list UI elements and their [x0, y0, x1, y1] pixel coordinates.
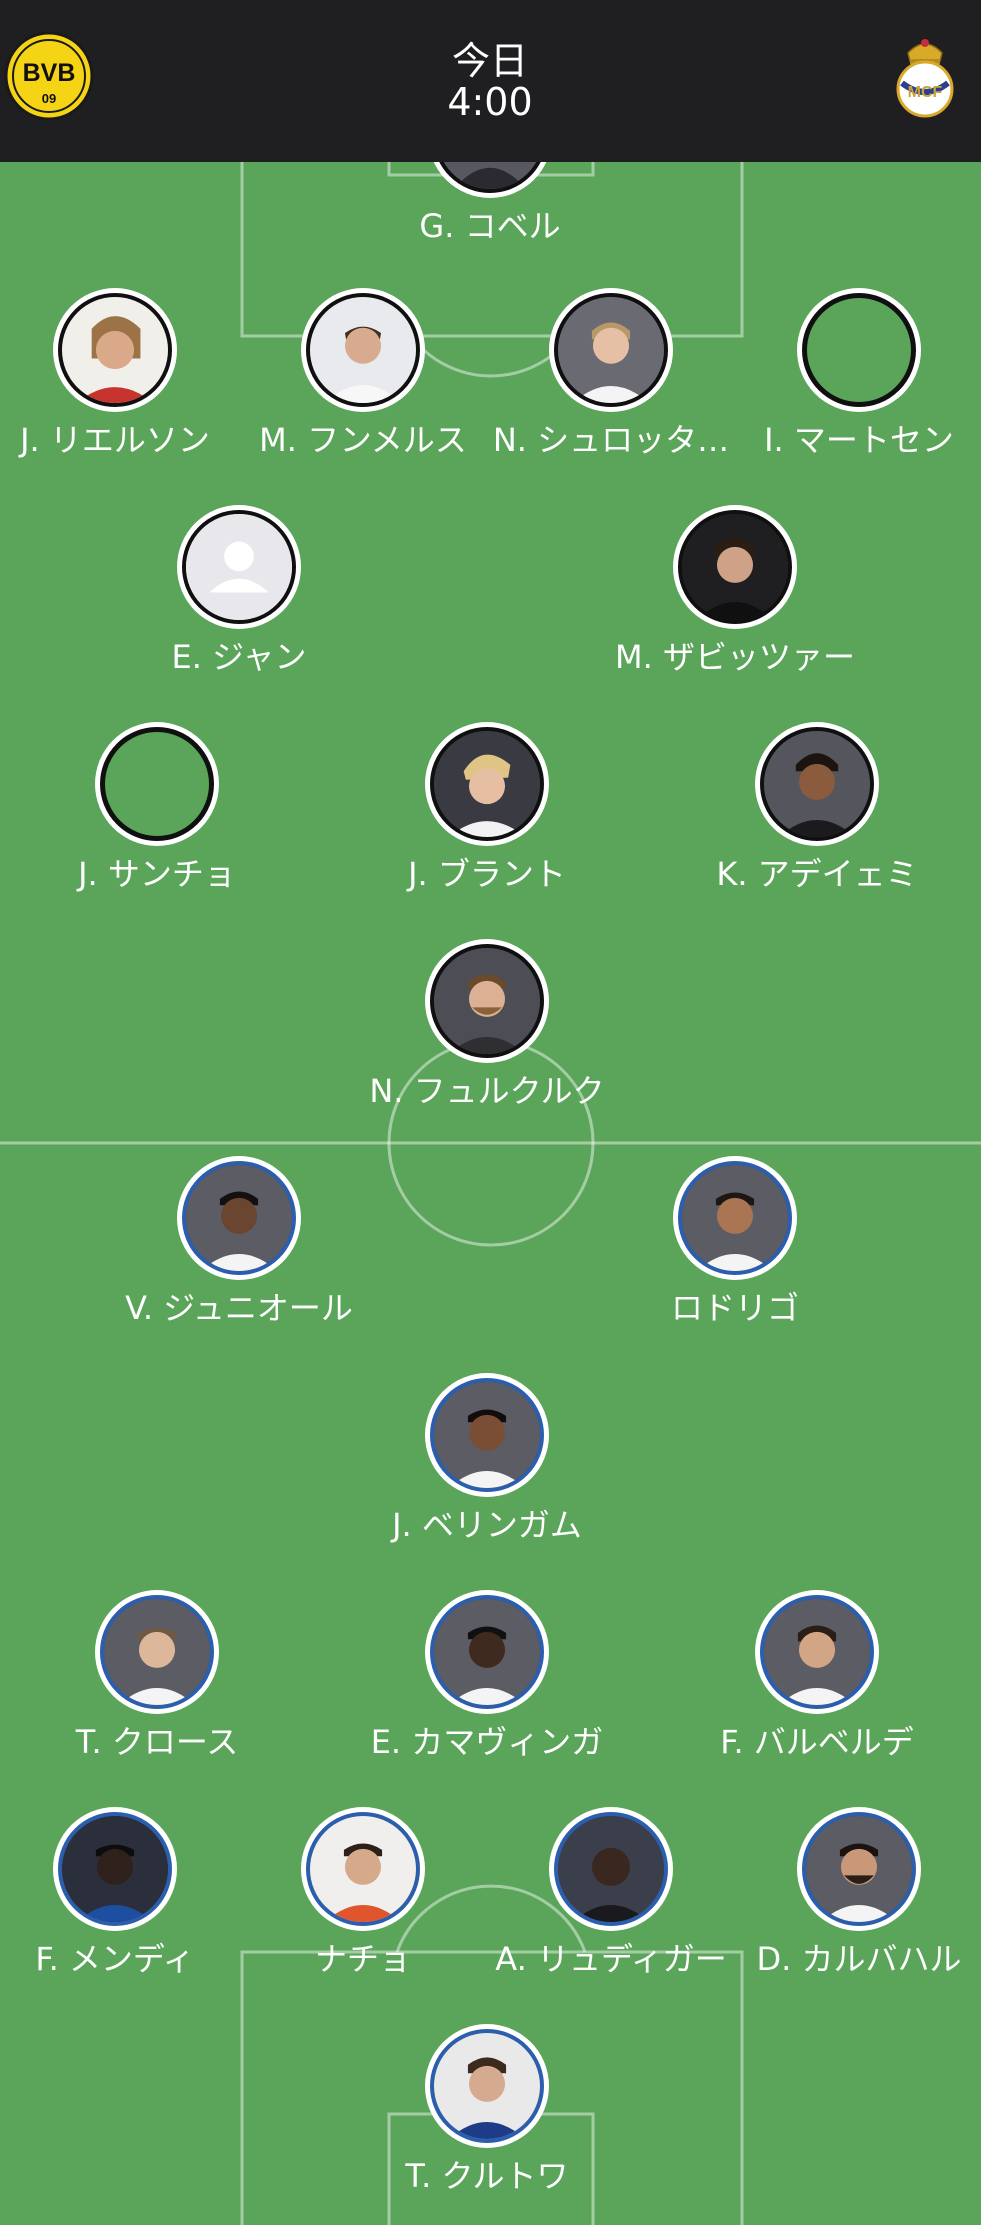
player-name: I. マートセン [764, 421, 954, 459]
player-avatar [549, 288, 673, 412]
bvb-crest-icon[interactable]: BVB 09 [4, 31, 94, 121]
player-name: T. クルトワ [405, 2157, 569, 2195]
home-player-dm1[interactable]: E. ジャン [114, 505, 364, 695]
player-avatar [797, 288, 921, 412]
player-avatar [177, 1156, 301, 1280]
player-name: ナチョ [314, 1940, 411, 1978]
player-name: J. サンチョ [78, 855, 236, 893]
home-player-rw[interactable]: J. サンチョ [32, 722, 282, 912]
player-name: A. リュディガー [495, 1940, 727, 1978]
player-avatar [301, 1807, 425, 1931]
player-name: ロドリゴ [670, 1289, 799, 1327]
player-avatar [95, 722, 219, 846]
svg-text:09: 09 [42, 91, 56, 106]
player-avatar [425, 2024, 549, 2148]
player-avatar [425, 1373, 549, 1497]
home-player-lw[interactable]: K. アデイェミ [692, 722, 942, 912]
player-name: D. カルバハル [756, 1940, 962, 1978]
player-avatar [301, 288, 425, 412]
player-name: F. バルベルデ [720, 1723, 914, 1761]
player-name: J. ブラント [408, 855, 566, 893]
away-player-cm3[interactable]: F. バルベルデ [692, 1590, 942, 1780]
away-player-rb[interactable]: D. カルバハル [734, 1807, 981, 1997]
player-name: M. フンメルス [259, 421, 467, 459]
away-player-cm2[interactable]: E. カマヴィンガ [362, 1590, 612, 1780]
player-name: M. ザビッツァー [615, 638, 855, 676]
svg-text:MCF: MCF [908, 84, 943, 101]
player-name: V. ジュニオール [125, 1289, 353, 1327]
home-player-cb1[interactable]: M. フンメルス [238, 288, 488, 478]
player-name: E. ジャン [171, 638, 307, 676]
home-player-st[interactable]: N. フュルクルク [362, 939, 612, 1129]
player-name: E. カマヴィンガ [370, 1723, 604, 1761]
match-day: 今日 [451, 39, 528, 83]
home-player-lb[interactable]: I. マートセン [734, 288, 981, 478]
away-player-gk[interactable]: T. クルトワ [362, 2024, 612, 2214]
player-avatar [177, 505, 301, 629]
pitch: G. コベル J. リエルソン M. フンメルス N. シュロッタ… I. マー… [0, 162, 981, 2225]
player-name: K. アデイェミ [716, 855, 918, 893]
player-avatar [797, 1807, 921, 1931]
player-name: G. コベル [419, 207, 561, 245]
away-player-cm1[interactable]: T. クロース [32, 1590, 282, 1780]
svg-text:BVB: BVB [23, 59, 76, 87]
player-avatar [53, 1807, 177, 1931]
player-avatar [673, 1156, 797, 1280]
match-kickoff-time: 4:00 [447, 80, 533, 124]
player-name: J. ベリンガム [392, 1506, 582, 1544]
player-avatar [425, 722, 549, 846]
player-avatar [95, 1590, 219, 1714]
player-avatar [549, 1807, 673, 1931]
player-avatar [755, 722, 879, 846]
real-madrid-crest-icon[interactable]: MCF [880, 31, 970, 121]
home-player-am[interactable]: J. ブラント [362, 722, 612, 912]
player-avatar [755, 1590, 879, 1714]
player-avatar [428, 162, 552, 198]
player-name: T. クロース [75, 1723, 239, 1761]
home-player-dm2[interactable]: M. ザビッツァー [610, 505, 860, 695]
match-header: BVB 09 今日 4:00 MCF [0, 0, 981, 162]
home-player-rb[interactable]: J. リエルソン [0, 288, 240, 478]
player-avatar [53, 288, 177, 412]
player-avatar [673, 505, 797, 629]
away-player-am[interactable]: J. ベリンガム [362, 1373, 612, 1563]
home-player-cb2[interactable]: N. シュロッタ… [486, 288, 736, 478]
away-player-cb2[interactable]: A. リュディガー [486, 1807, 736, 1997]
player-name: N. シュロッタ… [492, 421, 730, 459]
home-player-gk[interactable]: G. コベル [365, 162, 615, 264]
away-player-lw[interactable]: V. ジュニオール [114, 1156, 364, 1346]
player-name: N. フュルクルク [369, 1072, 605, 1110]
away-player-rw[interactable]: ロドリゴ [610, 1156, 860, 1346]
user-placeholder-icon [186, 514, 292, 620]
player-avatar [425, 939, 549, 1063]
away-player-cb1[interactable]: ナチョ [238, 1807, 488, 1997]
away-player-lb[interactable]: F. メンディ [0, 1807, 240, 1997]
player-avatar [425, 1590, 549, 1714]
